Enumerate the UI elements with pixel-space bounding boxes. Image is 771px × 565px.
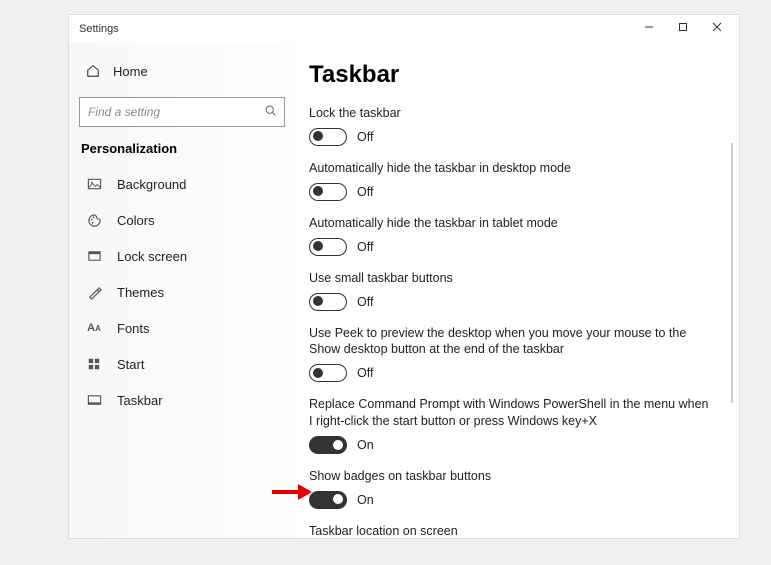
close-button[interactable] — [709, 19, 725, 35]
toggle-state: On — [357, 493, 374, 507]
sidebar-item-label: Colors — [117, 213, 155, 228]
setting-label: Show badges on taskbar buttons — [309, 468, 711, 485]
taskbar-icon — [85, 393, 103, 408]
sidebar-item-background[interactable]: Background — [79, 166, 285, 202]
toggle-autohide-desktop[interactable] — [309, 183, 347, 201]
setting-label: Taskbar location on screen — [309, 523, 711, 538]
sidebar-item-label: Background — [117, 177, 186, 192]
toggle-state: Off — [357, 366, 373, 380]
setting-autohide-desktop: Automatically hide the taskbar in deskto… — [309, 160, 711, 201]
setting-label: Replace Command Prompt with Windows Powe… — [309, 396, 711, 430]
sidebar-item-colors[interactable]: Colors — [79, 202, 285, 238]
lock-screen-icon — [85, 249, 103, 264]
toggle-replace-cmd[interactable] — [309, 436, 347, 454]
home-icon — [85, 64, 101, 78]
sidebar-item-start[interactable]: Start — [79, 346, 285, 382]
setting-label: Use Peek to preview the desktop when you… — [309, 325, 711, 359]
setting-label: Use small taskbar buttons — [309, 270, 711, 287]
content: Home Personalization Background Color — [69, 43, 739, 538]
sidebar-section-title: Personalization — [79, 141, 285, 156]
sidebar-item-label: Themes — [117, 285, 164, 300]
sidebar-home[interactable]: Home — [79, 53, 285, 89]
toggle-state: On — [357, 438, 374, 452]
toggle-show-badges[interactable] — [309, 491, 347, 509]
minimize-button[interactable] — [641, 19, 657, 35]
setting-replace-cmd: Replace Command Prompt with Windows Powe… — [309, 396, 711, 454]
window-controls — [641, 19, 735, 35]
setting-label: Automatically hide the taskbar in tablet… — [309, 215, 711, 232]
sidebar-item-fonts[interactable]: AA Fonts — [79, 310, 285, 346]
setting-show-badges: Show badges on taskbar buttons On — [309, 468, 711, 509]
search-input[interactable] — [79, 97, 285, 127]
toggle-state: Off — [357, 295, 373, 309]
sidebar-item-themes[interactable]: Themes — [79, 274, 285, 310]
sidebar-item-label: Lock screen — [117, 249, 187, 264]
toggle-small-buttons[interactable] — [309, 293, 347, 311]
settings-window: Settings Home Perso — [68, 14, 740, 539]
colors-icon — [85, 213, 103, 228]
setting-label: Lock the taskbar — [309, 105, 711, 122]
search-icon — [264, 104, 277, 120]
sidebar-item-lock-screen[interactable]: Lock screen — [79, 238, 285, 274]
sidebar-item-label: Start — [117, 357, 144, 372]
themes-icon — [85, 285, 103, 300]
sidebar-item-label: Fonts — [117, 321, 150, 336]
toggle-state: Off — [357, 240, 373, 254]
sidebar-home-label: Home — [113, 64, 148, 79]
search-box — [79, 97, 285, 127]
window-title: Settings — [79, 23, 119, 35]
setting-label: Automatically hide the taskbar in deskto… — [309, 160, 711, 177]
setting-lock-taskbar: Lock the taskbar Off — [309, 105, 711, 146]
setting-taskbar-location: Taskbar location on screen Bottom — [309, 523, 711, 538]
setting-autohide-tablet: Automatically hide the taskbar in tablet… — [309, 215, 711, 256]
sidebar-item-label: Taskbar — [117, 393, 163, 408]
toggle-state: Off — [357, 130, 373, 144]
toggle-lock-taskbar[interactable] — [309, 128, 347, 146]
background-icon — [85, 177, 103, 192]
start-icon — [85, 357, 103, 371]
setting-small-buttons: Use small taskbar buttons Off — [309, 270, 711, 311]
setting-use-peek: Use Peek to preview the desktop when you… — [309, 325, 711, 383]
titlebar: Settings — [69, 15, 739, 43]
toggle-autohide-tablet[interactable] — [309, 238, 347, 256]
toggle-use-peek[interactable] — [309, 364, 347, 382]
toggle-state: Off — [357, 185, 373, 199]
sidebar: Home Personalization Background Color — [69, 43, 295, 538]
page-title: Taskbar — [309, 61, 711, 89]
main-panel: Taskbar Lock the taskbar Off Automatical… — [295, 43, 739, 538]
maximize-button[interactable] — [675, 19, 691, 35]
fonts-icon: AA — [85, 322, 103, 334]
scrollbar[interactable] — [731, 143, 733, 403]
sidebar-item-taskbar[interactable]: Taskbar — [79, 382, 285, 418]
